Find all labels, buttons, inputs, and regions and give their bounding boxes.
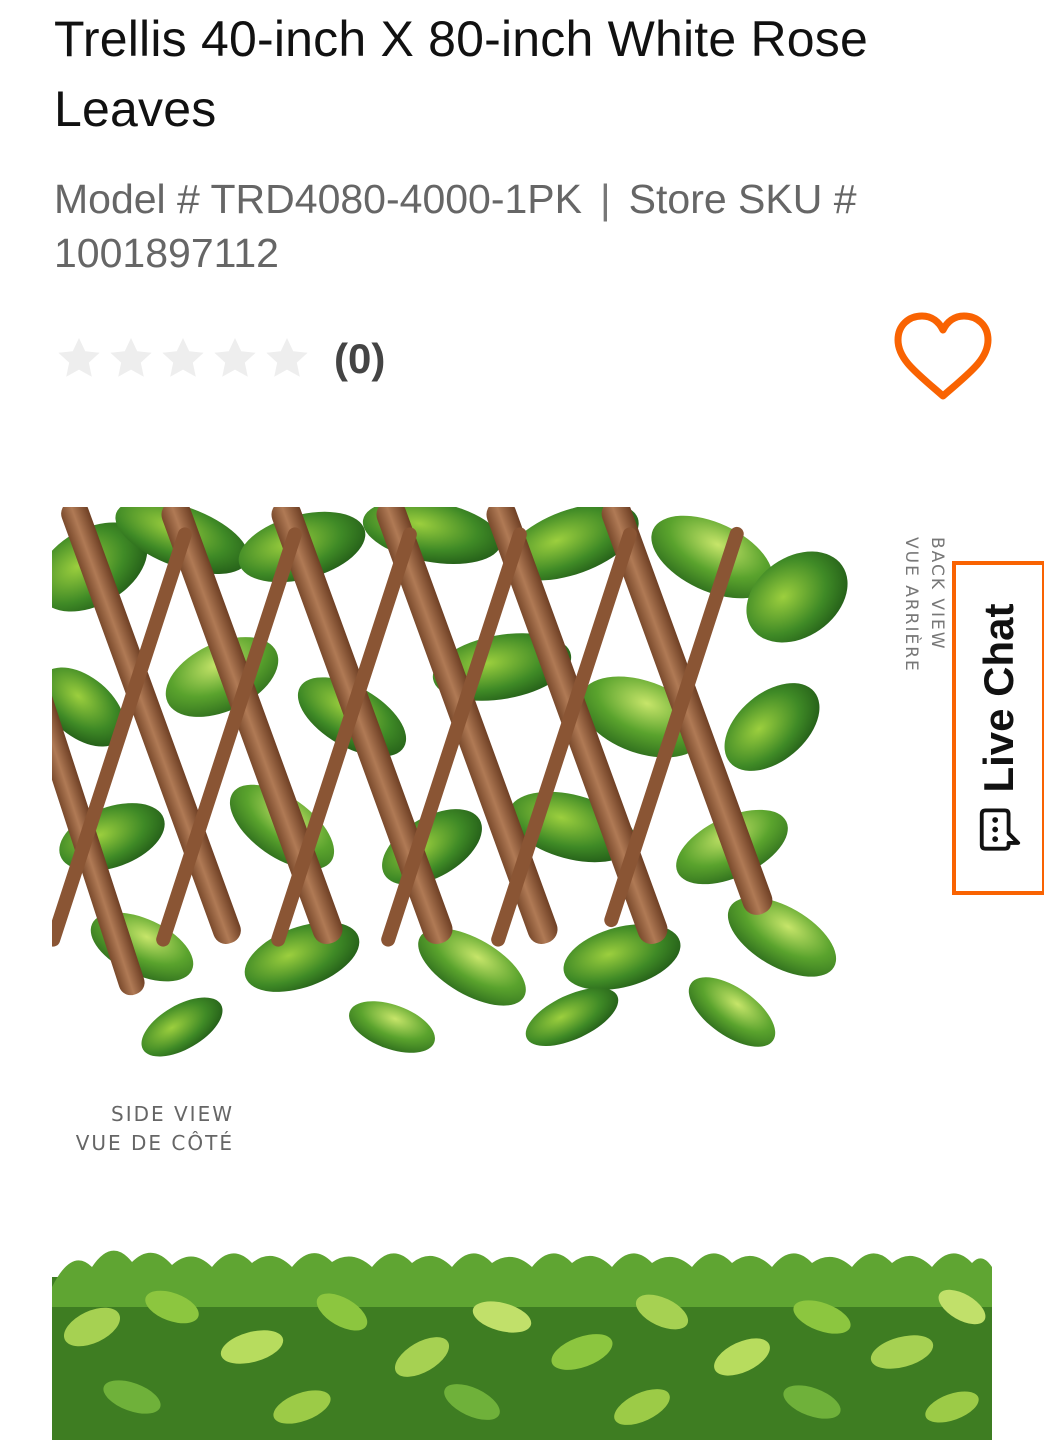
- store-sku-value: 1001897112: [54, 230, 279, 276]
- model-number: Model # TRD4080-4000-1PK: [54, 176, 582, 222]
- side-view-label-en: SIDE VIEW: [111, 1102, 234, 1126]
- product-page: Trellis 40-inch X 80-inch White Rose Lea…: [0, 0, 1044, 1440]
- product-image-gallery[interactable]: SIDE VIEW VUE DE CÔTÉ BACK VIEW VUE ARRI…: [52, 507, 992, 1440]
- rating-summary[interactable]: (0): [54, 328, 385, 390]
- chat-bubble-icon: [979, 808, 1021, 851]
- star-icon: [110, 338, 152, 377]
- heart-icon: [894, 312, 992, 400]
- live-chat-button[interactable]: Live Chat: [952, 561, 1044, 895]
- star-icon: [214, 338, 256, 377]
- star-icon: [58, 338, 100, 377]
- side-view-label-fr: VUE DE CÔTÉ: [76, 1131, 234, 1155]
- trellis-sticks: [52, 507, 773, 996]
- live-chat-content: Live Chat: [975, 603, 1023, 852]
- rating-stars: [54, 335, 312, 383]
- back-view-label-en: BACK VIEW: [927, 537, 947, 651]
- star-icon: [162, 338, 204, 377]
- back-view-label-fr: VUE ARRIÈRE: [901, 537, 923, 673]
- star-icon: [266, 338, 308, 377]
- hedge-side-view: [52, 1250, 992, 1440]
- model-sku-line: Model # TRD4080-4000-1PK | Store SKU # 100…: [54, 172, 984, 280]
- store-sku-label: Store SKU #: [628, 176, 857, 222]
- model-sku-separator: |: [600, 176, 611, 222]
- favorite-button[interactable]: [888, 308, 998, 408]
- product-image: SIDE VIEW VUE DE CÔTÉ BACK VIEW VUE ARRI…: [52, 507, 992, 1440]
- product-title: Trellis 40-inch X 80-inch White Rose Lea…: [54, 11, 868, 137]
- live-chat-label: Live Chat: [975, 603, 1022, 793]
- review-count[interactable]: (0): [334, 335, 385, 383]
